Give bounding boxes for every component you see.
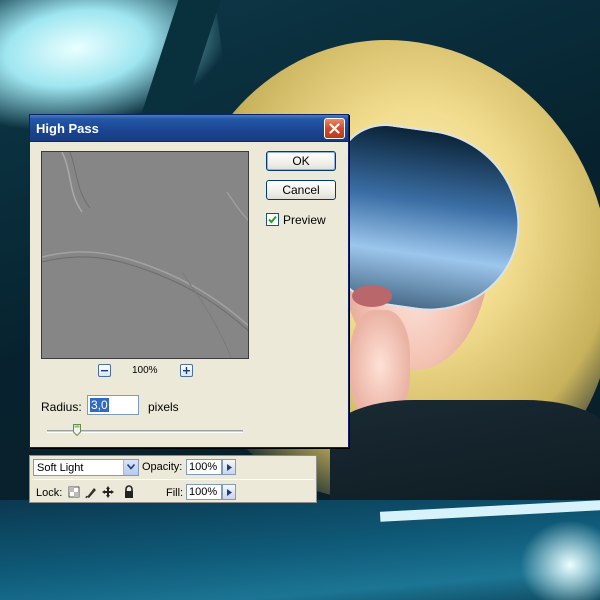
plus-icon — [183, 367, 190, 374]
radius-unit: pixels — [148, 400, 179, 414]
filter-preview[interactable] — [41, 151, 249, 359]
lock-image-pixels-icon[interactable] — [84, 485, 98, 499]
triangle-right-icon — [227, 489, 232, 496]
cancel-button[interactable]: Cancel — [266, 180, 336, 200]
opacity-input[interactable]: 100% — [186, 459, 222, 475]
minus-icon — [101, 370, 108, 372]
blend-mode-dropdown-button[interactable] — [123, 460, 138, 475]
close-button[interactable] — [324, 118, 345, 139]
zoom-out-button[interactable] — [98, 364, 111, 377]
layers-options-bar: Soft Light Opacity: 100% Lock: Fill: 100… — [29, 455, 317, 503]
radius-input[interactable]: 3,0 — [87, 395, 139, 415]
high-pass-dialog: High Pass 100% OK Cancel Preview Radius:… — [29, 114, 349, 448]
opacity-slider-button[interactable] — [222, 459, 236, 475]
zoom-in-button[interactable] — [180, 364, 193, 377]
lock-position-icon[interactable] — [101, 485, 115, 499]
fill-slider-button[interactable] — [222, 484, 236, 500]
lock-all-icon[interactable] — [122, 485, 136, 499]
photo-door-shine — [520, 520, 600, 600]
fill-label: Fill: — [166, 487, 184, 499]
preview-checkbox[interactable] — [266, 213, 279, 226]
triangle-right-icon — [227, 464, 232, 471]
blend-mode-value: Soft Light — [37, 462, 84, 474]
radius-slider-thumb[interactable] — [73, 424, 81, 436]
zoom-controls: 100% — [98, 364, 198, 378]
radius-value: 3,0 — [90, 398, 109, 412]
opacity-label: Opacity: — [142, 461, 183, 473]
divider — [32, 479, 314, 480]
dialog-title: High Pass — [36, 121, 99, 136]
radius-label: Radius: — [41, 400, 82, 414]
dialog-titlebar[interactable]: High Pass — [30, 115, 348, 142]
ok-button[interactable]: OK — [266, 151, 336, 171]
photo-lips — [352, 285, 392, 307]
lock-transparent-pixels-icon[interactable] — [67, 485, 81, 499]
fill-input[interactable]: 100% — [186, 484, 222, 500]
preview-label: Preview — [283, 213, 326, 227]
zoom-level: 100% — [132, 365, 158, 376]
close-icon — [329, 123, 340, 134]
checkmark-icon — [268, 215, 277, 224]
blend-mode-select[interactable]: Soft Light — [33, 459, 139, 476]
chevron-down-icon — [127, 464, 135, 470]
lock-label: Lock: — [36, 487, 63, 499]
preview-image — [42, 152, 248, 358]
